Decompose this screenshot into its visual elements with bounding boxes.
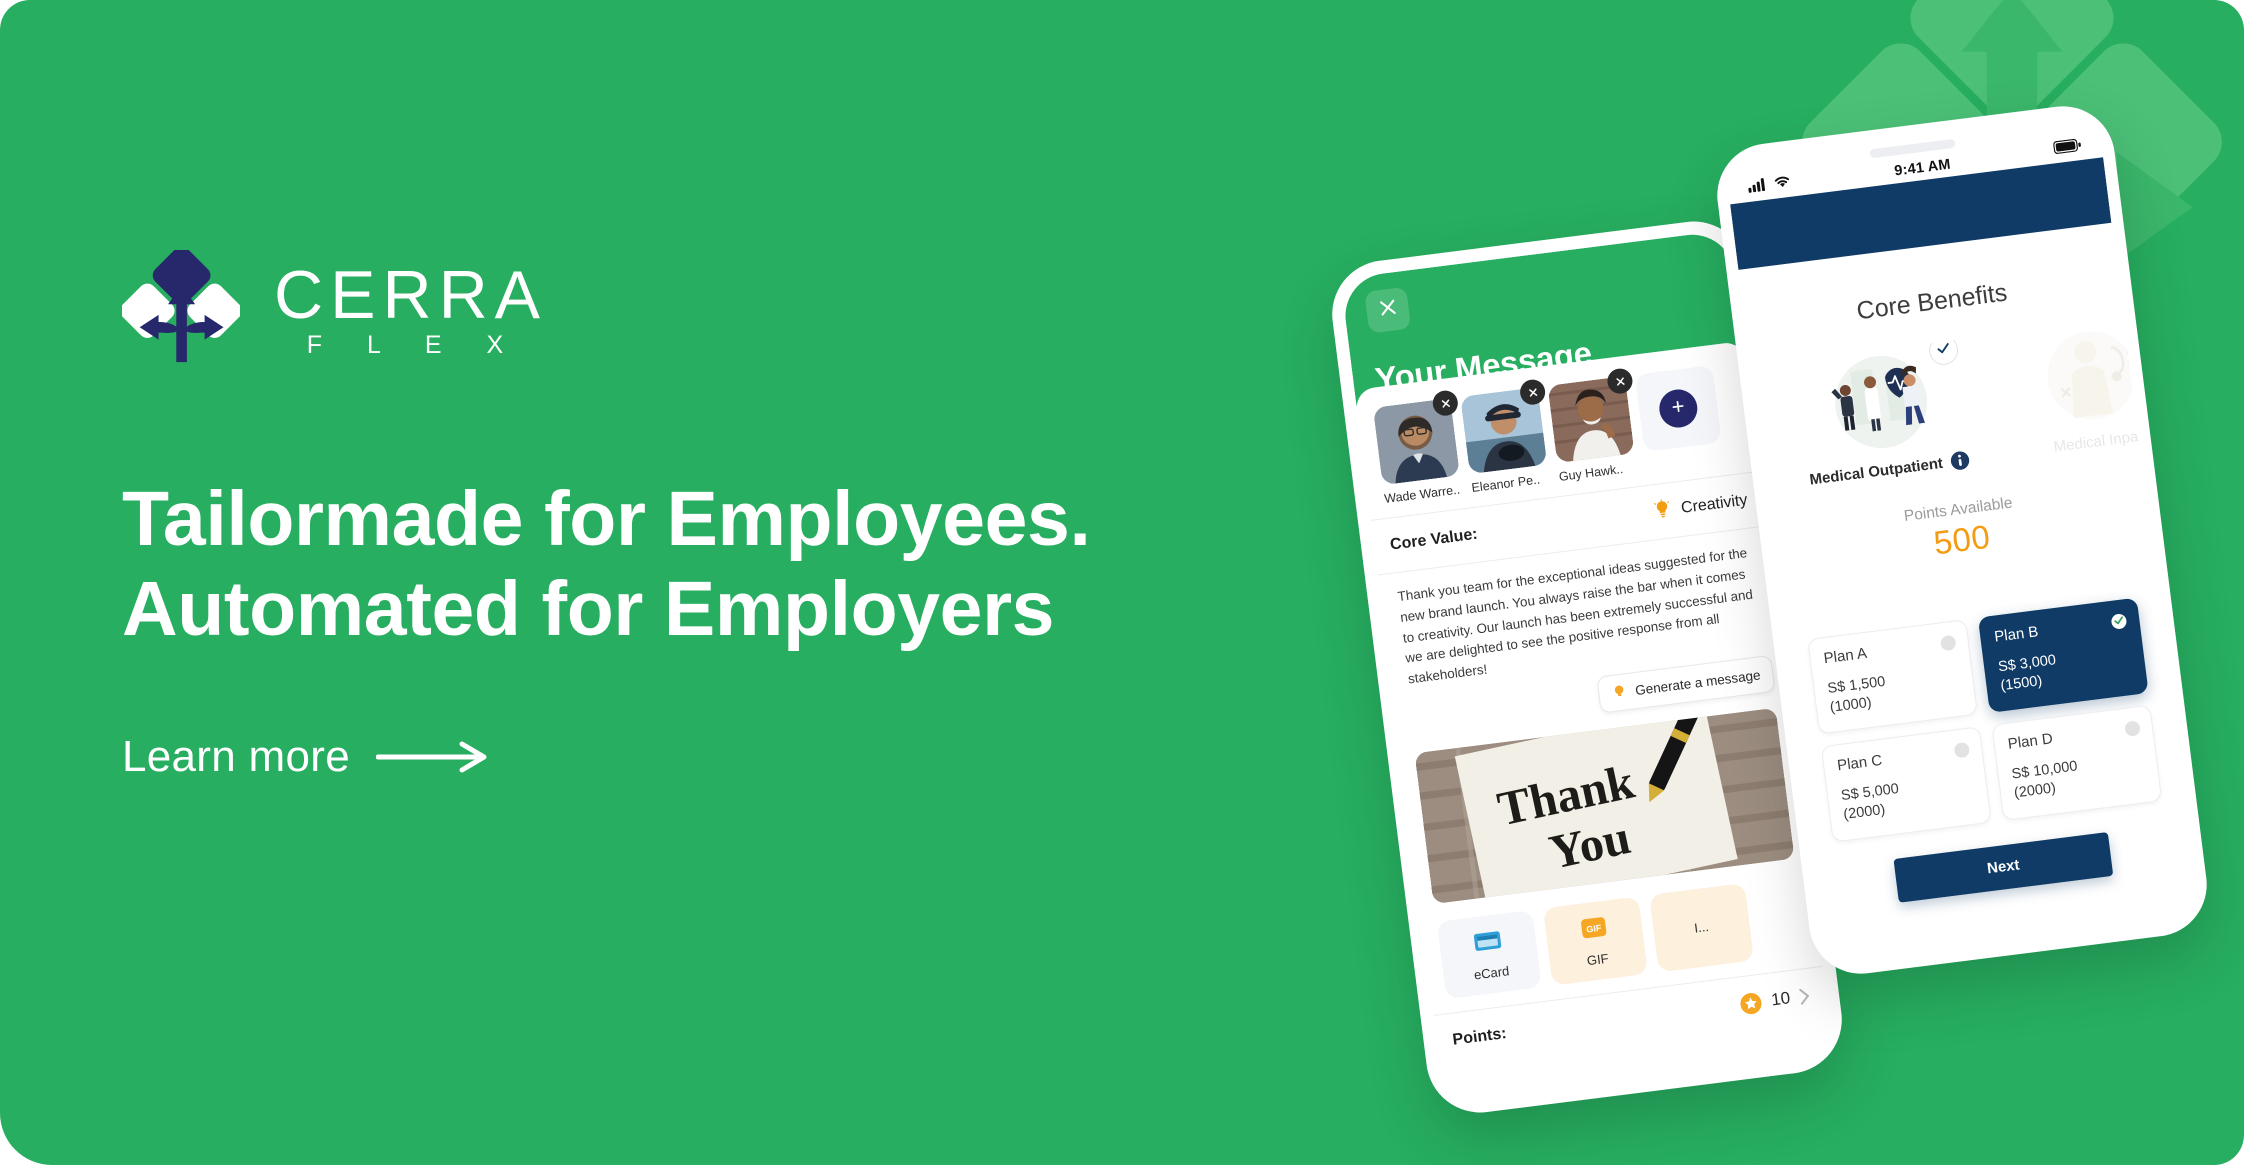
recipient-name: Eleanor Pe..	[1470, 472, 1541, 495]
recipient-name: Guy Hawk..	[1558, 461, 1624, 484]
lightbulb-icon	[1610, 682, 1628, 703]
core-value-selected: Creativity	[1680, 491, 1749, 517]
check-icon	[1935, 339, 1952, 361]
plan-name: Plan A	[1822, 644, 1868, 668]
points-value: 10	[1770, 988, 1792, 1010]
next-button[interactable]: Next	[1893, 831, 2114, 903]
patient-illustration-icon	[1997, 319, 2140, 432]
list-item[interactable]: Eleanor Pe..	[1460, 378, 1550, 495]
attachment-ecard-button[interactable]: eCard	[1436, 909, 1542, 1000]
svg-text:GIF: GIF	[1586, 923, 1603, 935]
status-time: 9:41 AM	[1893, 156, 1952, 180]
plan-price: S$ 1,500 (1000)	[1826, 673, 1887, 716]
brand-logo: CERRA F L E X	[120, 246, 1242, 368]
brand-subname: F L E X	[306, 330, 523, 359]
attachment-image-button[interactable]: I...	[1649, 882, 1755, 973]
plan-card-a[interactable]: Plan A S$ 1,500 (1000)	[1807, 619, 1979, 735]
star-badge-icon	[1738, 991, 1764, 1017]
ecard-icon	[1471, 927, 1505, 961]
wifi-icon	[1773, 174, 1792, 195]
points-stepper[interactable]: 10	[1738, 985, 1811, 1017]
page-title: Tailormade for Employees. Automated for …	[122, 476, 1091, 653]
cellular-signal-icon	[1747, 177, 1769, 198]
plan-price: S$ 10,000 (2000)	[2010, 758, 2079, 802]
battery-icon	[2053, 138, 2083, 159]
plan-card-b[interactable]: Plan B S$ 3,000 (1500)	[1977, 597, 2149, 714]
plan-price: S$ 3,000 (1500)	[1997, 652, 2057, 695]
list-item[interactable]: Guy Hawk..	[1547, 367, 1637, 484]
promo-banner: CERRA F L E X Tailormade for Employees. …	[0, 0, 2244, 1165]
plus-icon	[1669, 397, 1688, 420]
attachment-label: I...	[1693, 919, 1710, 936]
core-value-label: Core Value:	[1389, 525, 1479, 554]
core-value-selector[interactable]: Creativity	[1652, 489, 1749, 525]
add-recipient-button[interactable]	[1634, 364, 1722, 453]
plan-options: Plan A S$ 1,500 (1000) Plan B S$ 3,000 (…	[1785, 595, 2184, 845]
benefit-card-medical-outpatient[interactable]: Medical Outpatient	[1786, 334, 1979, 490]
list-item[interactable]: Wade Warre..	[1372, 389, 1463, 507]
cerra-diamond-arrows-logo-icon	[120, 246, 242, 368]
attachment-label: eCard	[1473, 963, 1511, 983]
plan-card-d[interactable]: Plan D S$ 10,000 (2000)	[1991, 704, 2163, 821]
benefit-name: Medical Inpati	[2052, 427, 2140, 456]
attachment-gif-button[interactable]: GIF GIF	[1542, 896, 1648, 986]
info-icon[interactable]	[1948, 449, 1970, 471]
plan-name: Plan C	[1836, 752, 1884, 775]
learn-more-label: Learn more	[122, 732, 351, 782]
learn-more-button[interactable]: Learn more	[122, 732, 488, 782]
brand-name: CERRA	[274, 256, 548, 333]
plan-card-c[interactable]: Plan C S$ 5,000 (2000)	[1820, 726, 1992, 843]
hero-content: CERRA F L E X Tailormade for Employees. …	[120, 246, 1242, 782]
long-arrow-right-icon	[375, 740, 488, 774]
benefit-card-medical-inpatient[interactable]: Medical Inpati	[1997, 319, 2140, 461]
generate-message-label: Generate a message	[1634, 667, 1762, 698]
benefit-carousel[interactable]: Medical Outpatient Medical Inpati	[1751, 319, 2140, 495]
points-available: Points Available 500	[1771, 478, 2151, 583]
benefit-name: Medical Outpatient	[1808, 454, 1944, 489]
recipient-name: Wade Warre..	[1383, 482, 1461, 507]
plan-name: Plan D	[2006, 730, 2054, 754]
check-icon	[2112, 612, 2125, 631]
points-label: Points:	[1451, 1025, 1508, 1050]
close-button[interactable]	[1364, 286, 1412, 334]
lightbulb-icon	[1652, 498, 1674, 524]
close-icon	[1376, 296, 1400, 324]
plan-name: Plan B	[1993, 623, 2040, 646]
gif-icon: GIF	[1577, 913, 1611, 947]
attachment-label: GIF	[1586, 950, 1610, 969]
plan-price: S$ 5,000 (2000)	[1840, 781, 1900, 824]
benefits-content: Core Benefits Medical Outpatient Medical…	[1738, 223, 2199, 967]
chevron-right-icon	[1798, 987, 1811, 1006]
